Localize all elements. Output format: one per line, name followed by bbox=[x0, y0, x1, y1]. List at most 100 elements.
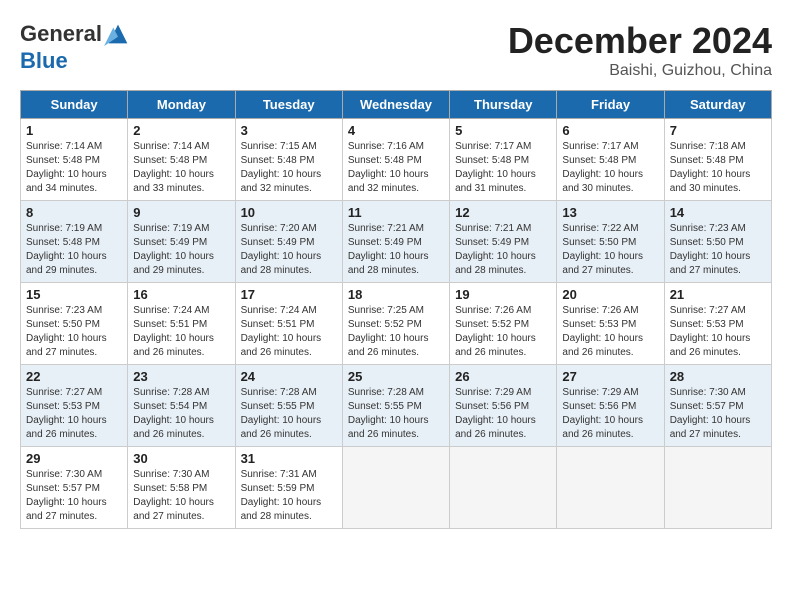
day-number: 18 bbox=[348, 287, 444, 302]
calendar-cell: 1 Sunrise: 7:14 AM Sunset: 5:48 PM Daylig… bbox=[21, 119, 128, 201]
calendar-cell: 21 Sunrise: 7:27 AM Sunset: 5:53 PM Dayli… bbox=[664, 283, 771, 365]
day-info: Sunrise: 7:16 AM Sunset: 5:48 PM Dayligh… bbox=[348, 140, 444, 196]
day-info: Sunrise: 7:14 AM Sunset: 5:48 PM Dayligh… bbox=[133, 140, 229, 196]
calendar-header-row: SundayMondayTuesdayWednesdayThursdayFrid… bbox=[21, 91, 772, 119]
location-text: Baishi, Guizhou, China bbox=[508, 62, 772, 80]
calendar-cell: 31 Sunrise: 7:31 AM Sunset: 5:59 PM Dayli… bbox=[235, 447, 342, 529]
day-number: 5 bbox=[455, 123, 551, 138]
calendar-cell: 7 Sunrise: 7:18 AM Sunset: 5:48 PM Daylig… bbox=[664, 119, 771, 201]
day-number: 31 bbox=[241, 451, 337, 466]
calendar-table: SundayMondayTuesdayWednesdayThursdayFrid… bbox=[20, 90, 772, 529]
day-info: Sunrise: 7:18 AM Sunset: 5:48 PM Dayligh… bbox=[670, 140, 766, 196]
calendar-cell: 2 Sunrise: 7:14 AM Sunset: 5:48 PM Daylig… bbox=[128, 119, 235, 201]
day-number: 17 bbox=[241, 287, 337, 302]
day-info: Sunrise: 7:31 AM Sunset: 5:59 PM Dayligh… bbox=[241, 468, 337, 524]
calendar-week-4: 22 Sunrise: 7:27 AM Sunset: 5:53 PM Dayli… bbox=[21, 365, 772, 447]
day-number: 1 bbox=[26, 123, 122, 138]
day-number: 26 bbox=[455, 369, 551, 384]
day-info: Sunrise: 7:21 AM Sunset: 5:49 PM Dayligh… bbox=[455, 222, 551, 278]
day-info: Sunrise: 7:20 AM Sunset: 5:49 PM Dayligh… bbox=[241, 222, 337, 278]
day-number: 3 bbox=[241, 123, 337, 138]
calendar-cell: 18Sunrise: 7:25 AM Sunset: 5:52 PM Dayli… bbox=[342, 283, 449, 365]
day-number: 11 bbox=[348, 205, 444, 220]
calendar-cell: 11 Sunrise: 7:21 AM Sunset: 5:49 PM Dayli… bbox=[342, 201, 449, 283]
day-number: 28 bbox=[670, 369, 766, 384]
day-info: Sunrise: 7:17 AM Sunset: 5:48 PM Dayligh… bbox=[562, 140, 658, 196]
day-number: 14 bbox=[670, 205, 766, 220]
calendar-cell: 8Sunrise: 7:19 AM Sunset: 5:48 PM Daylig… bbox=[21, 201, 128, 283]
day-info: Sunrise: 7:15 AM Sunset: 5:48 PM Dayligh… bbox=[241, 140, 337, 196]
day-info: Sunrise: 7:29 AM Sunset: 5:56 PM Dayligh… bbox=[455, 386, 551, 442]
calendar-week-3: 15 Sunrise: 7:23 AM Sunset: 5:50 PM Dayli… bbox=[21, 283, 772, 365]
day-number: 23 bbox=[133, 369, 229, 384]
day-info: Sunrise: 7:27 AM Sunset: 5:53 PM Dayligh… bbox=[670, 304, 766, 360]
day-info: Sunrise: 7:24 AM Sunset: 5:51 PM Dayligh… bbox=[241, 304, 337, 360]
calendar-cell: 29 Sunrise: 7:30 AM Sunset: 5:57 PM Dayli… bbox=[21, 447, 128, 529]
calendar-cell: 12 Sunrise: 7:21 AM Sunset: 5:49 PM Dayli… bbox=[450, 201, 557, 283]
day-number: 25 bbox=[348, 369, 444, 384]
day-info: Sunrise: 7:19 AM Sunset: 5:49 PM Dayligh… bbox=[133, 222, 229, 278]
calendar-cell: 22 Sunrise: 7:27 AM Sunset: 5:53 PM Dayli… bbox=[21, 365, 128, 447]
calendar-week-5: 29 Sunrise: 7:30 AM Sunset: 5:57 PM Dayli… bbox=[21, 447, 772, 529]
calendar-cell: 10 Sunrise: 7:20 AM Sunset: 5:49 PM Dayli… bbox=[235, 201, 342, 283]
day-number: 21 bbox=[670, 287, 766, 302]
calendar-header-saturday: Saturday bbox=[664, 91, 771, 119]
day-number: 15 bbox=[26, 287, 122, 302]
day-number: 13 bbox=[562, 205, 658, 220]
day-info: Sunrise: 7:14 AM Sunset: 5:48 PM Dayligh… bbox=[26, 140, 122, 196]
day-info: Sunrise: 7:30 AM Sunset: 5:57 PM Dayligh… bbox=[670, 386, 766, 442]
calendar-cell: 30Sunrise: 7:30 AM Sunset: 5:58 PM Dayli… bbox=[128, 447, 235, 529]
day-number: 8 bbox=[26, 205, 122, 220]
day-info: Sunrise: 7:28 AM Sunset: 5:55 PM Dayligh… bbox=[348, 386, 444, 442]
day-number: 9 bbox=[133, 205, 229, 220]
day-number: 22 bbox=[26, 369, 122, 384]
title-block: December 2024 Baishi, Guizhou, China bbox=[508, 20, 772, 80]
calendar-cell: 9 Sunrise: 7:19 AM Sunset: 5:49 PM Daylig… bbox=[128, 201, 235, 283]
calendar-cell bbox=[342, 447, 449, 529]
day-number: 29 bbox=[26, 451, 122, 466]
calendar-header-monday: Monday bbox=[128, 91, 235, 119]
day-info: Sunrise: 7:23 AM Sunset: 5:50 PM Dayligh… bbox=[26, 304, 122, 360]
calendar-header-friday: Friday bbox=[557, 91, 664, 119]
logo-blue-text: Blue bbox=[20, 48, 68, 74]
calendar-cell: 16 Sunrise: 7:24 AM Sunset: 5:51 PM Dayli… bbox=[128, 283, 235, 365]
day-number: 27 bbox=[562, 369, 658, 384]
day-info: Sunrise: 7:29 AM Sunset: 5:56 PM Dayligh… bbox=[562, 386, 658, 442]
day-number: 24 bbox=[241, 369, 337, 384]
calendar-cell: 25 Sunrise: 7:28 AM Sunset: 5:55 PM Dayli… bbox=[342, 365, 449, 447]
day-number: 6 bbox=[562, 123, 658, 138]
calendar-cell: 3 Sunrise: 7:15 AM Sunset: 5:48 PM Daylig… bbox=[235, 119, 342, 201]
day-number: 10 bbox=[241, 205, 337, 220]
calendar-week-1: 1 Sunrise: 7:14 AM Sunset: 5:48 PM Daylig… bbox=[21, 119, 772, 201]
day-info: Sunrise: 7:26 AM Sunset: 5:53 PM Dayligh… bbox=[562, 304, 658, 360]
calendar-header-wednesday: Wednesday bbox=[342, 91, 449, 119]
calendar-header-sunday: Sunday bbox=[21, 91, 128, 119]
calendar-cell: 23 Sunrise: 7:28 AM Sunset: 5:54 PM Dayli… bbox=[128, 365, 235, 447]
day-info: Sunrise: 7:22 AM Sunset: 5:50 PM Dayligh… bbox=[562, 222, 658, 278]
day-info: Sunrise: 7:27 AM Sunset: 5:53 PM Dayligh… bbox=[26, 386, 122, 442]
calendar-cell: 4Sunrise: 7:16 AM Sunset: 5:48 PM Daylig… bbox=[342, 119, 449, 201]
day-info: Sunrise: 7:23 AM Sunset: 5:50 PM Dayligh… bbox=[670, 222, 766, 278]
day-number: 16 bbox=[133, 287, 229, 302]
day-info: Sunrise: 7:24 AM Sunset: 5:51 PM Dayligh… bbox=[133, 304, 229, 360]
day-info: Sunrise: 7:21 AM Sunset: 5:49 PM Dayligh… bbox=[348, 222, 444, 278]
calendar-cell: 5 Sunrise: 7:17 AM Sunset: 5:48 PM Daylig… bbox=[450, 119, 557, 201]
day-number: 7 bbox=[670, 123, 766, 138]
calendar-cell: 13 Sunrise: 7:22 AM Sunset: 5:50 PM Dayli… bbox=[557, 201, 664, 283]
day-info: Sunrise: 7:28 AM Sunset: 5:54 PM Dayligh… bbox=[133, 386, 229, 442]
day-number: 20 bbox=[562, 287, 658, 302]
calendar-cell: 24Sunrise: 7:28 AM Sunset: 5:55 PM Dayli… bbox=[235, 365, 342, 447]
day-info: Sunrise: 7:26 AM Sunset: 5:52 PM Dayligh… bbox=[455, 304, 551, 360]
day-number: 2 bbox=[133, 123, 229, 138]
calendar-cell bbox=[450, 447, 557, 529]
day-info: Sunrise: 7:30 AM Sunset: 5:57 PM Dayligh… bbox=[26, 468, 122, 524]
calendar-cell: 6 Sunrise: 7:17 AM Sunset: 5:48 PM Daylig… bbox=[557, 119, 664, 201]
calendar-cell bbox=[664, 447, 771, 529]
day-number: 12 bbox=[455, 205, 551, 220]
calendar-week-2: 8Sunrise: 7:19 AM Sunset: 5:48 PM Daylig… bbox=[21, 201, 772, 283]
day-info: Sunrise: 7:17 AM Sunset: 5:48 PM Dayligh… bbox=[455, 140, 551, 196]
calendar-cell bbox=[557, 447, 664, 529]
calendar-cell: 14 Sunrise: 7:23 AM Sunset: 5:50 PM Dayli… bbox=[664, 201, 771, 283]
calendar-cell: 17 Sunrise: 7:24 AM Sunset: 5:51 PM Dayli… bbox=[235, 283, 342, 365]
day-info: Sunrise: 7:30 AM Sunset: 5:58 PM Dayligh… bbox=[133, 468, 229, 524]
